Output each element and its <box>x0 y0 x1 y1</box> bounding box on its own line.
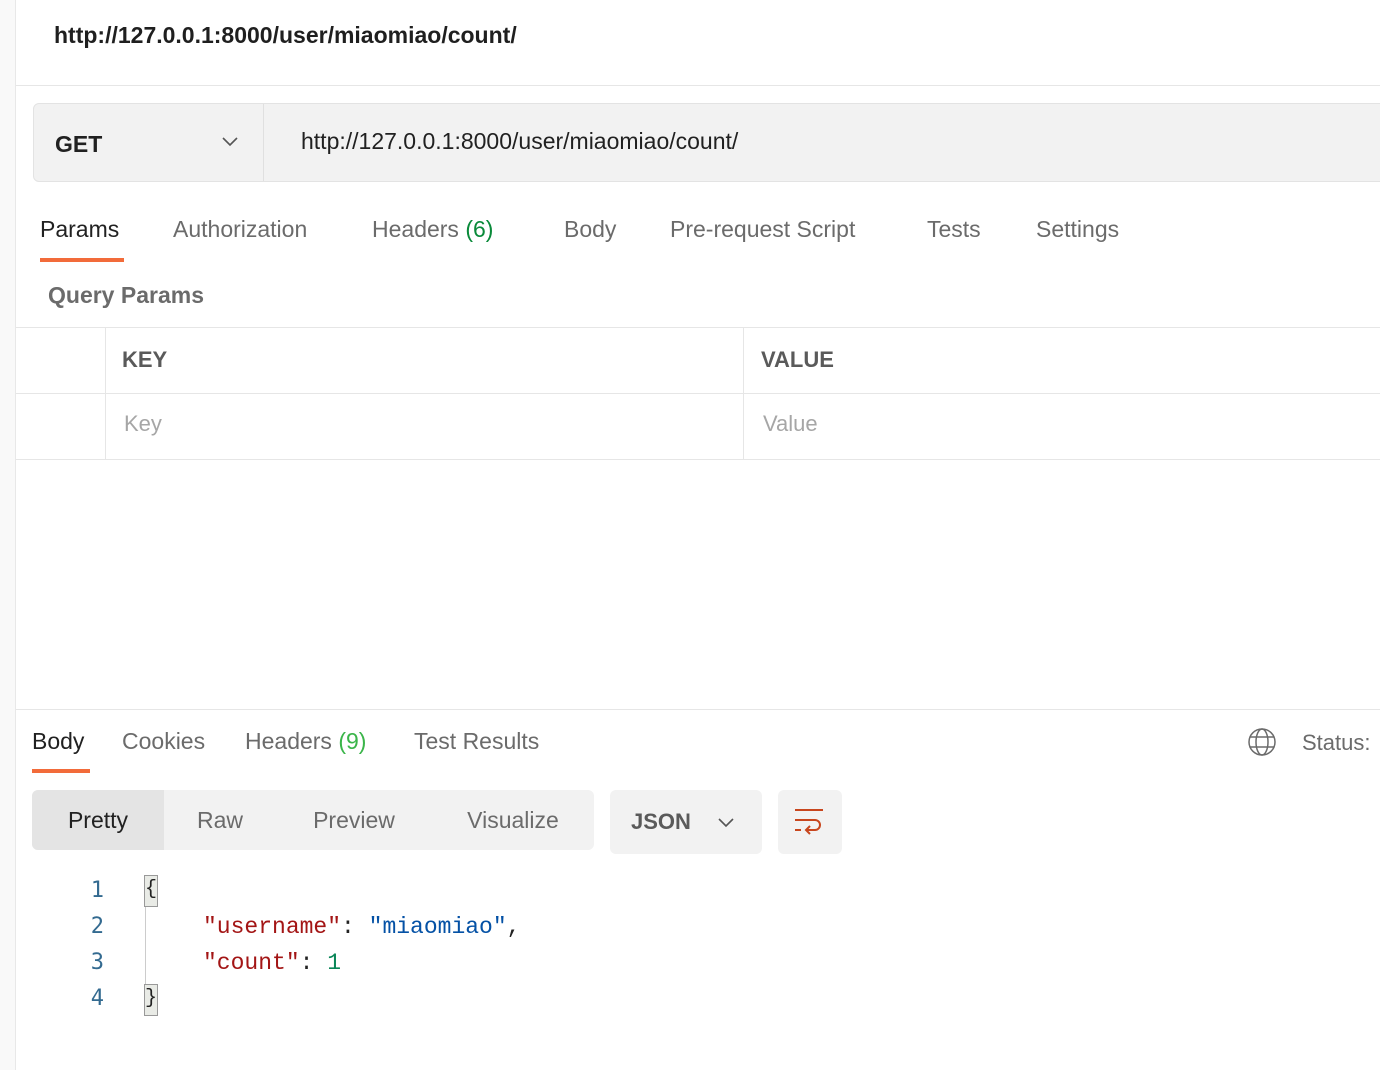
view-visualize[interactable]: Visualize <box>432 790 594 850</box>
view-pretty[interactable]: Pretty <box>32 790 164 850</box>
request-bar: GET http://127.0.0.1:8000/user/miaomiao/… <box>33 103 1380 182</box>
key-input[interactable]: Key <box>124 411 162 437</box>
close-brace: } <box>144 984 158 1016</box>
line-number: 4 <box>90 986 104 1011</box>
code-line-3: "count": 1 <box>203 950 342 976</box>
column-divider <box>105 327 106 459</box>
table-border <box>16 393 1380 394</box>
tab-settings[interactable]: Settings <box>1036 216 1119 243</box>
view-mode-segmented: Pretty Raw Preview Visualize <box>32 790 594 850</box>
tab-params[interactable]: Params <box>40 216 119 243</box>
left-sidebar-edge <box>0 0 16 1070</box>
view-preview[interactable]: Preview <box>276 790 432 850</box>
method-select[interactable]: GET <box>34 104 264 181</box>
tab-headers-label: Headers <box>372 216 459 242</box>
method-label: GET <box>55 131 103 157</box>
json-value: 1 <box>327 950 342 976</box>
divider <box>16 85 1380 86</box>
url-input[interactable]: http://127.0.0.1:8000/user/miaomiao/coun… <box>301 128 738 155</box>
response-tab-cookies[interactable]: Cookies <box>122 728 205 755</box>
table-border <box>16 327 1380 328</box>
indent-guide <box>145 907 146 985</box>
tab-authorization[interactable]: Authorization <box>173 216 307 243</box>
line-number: 3 <box>90 950 104 975</box>
column-divider <box>743 327 744 459</box>
query-params-title: Query Params <box>48 282 204 308</box>
response-divider[interactable] <box>16 709 1380 710</box>
response-tab-test-results[interactable]: Test Results <box>414 728 539 755</box>
json-value: "miaomiao" <box>368 914 507 940</box>
response-tab-headers[interactable]: Headers (9) <box>245 728 366 755</box>
chevron-down-icon <box>222 137 238 147</box>
status-label: Status: <box>1302 730 1371 755</box>
tab-headers[interactable]: Headers (6) <box>372 216 493 243</box>
line-number: 2 <box>90 914 104 939</box>
wrap-lines-icon <box>795 809 823 835</box>
chevron-down-icon <box>718 818 734 828</box>
response-tab-body[interactable]: Body <box>32 728 84 755</box>
globe-icon[interactable] <box>1247 727 1277 757</box>
key-header: KEY <box>122 347 168 372</box>
open-brace: { <box>144 875 158 907</box>
line-number: 1 <box>90 878 104 903</box>
value-header: VALUE <box>761 347 834 372</box>
table-border <box>16 459 1380 460</box>
json-key: "count" <box>203 950 300 976</box>
view-raw[interactable]: Raw <box>164 790 276 850</box>
tab-body[interactable]: Body <box>564 216 616 243</box>
headers-count: (6) <box>465 216 494 242</box>
tab-pre-request-script[interactable]: Pre-request Script <box>670 216 855 243</box>
format-label: JSON <box>631 809 691 834</box>
tab-tests[interactable]: Tests <box>927 216 981 243</box>
format-select[interactable]: JSON <box>610 790 762 854</box>
active-tab-underline <box>32 769 90 773</box>
response-tab-headers-label: Headers <box>245 728 332 754</box>
json-key: "username" <box>203 914 342 940</box>
request-title: http://127.0.0.1:8000/user/miaomiao/coun… <box>54 22 517 48</box>
active-tab-underline <box>40 258 124 262</box>
response-headers-count: (9) <box>338 728 367 754</box>
code-line-2: "username": "miaomiao", <box>203 914 521 940</box>
value-input[interactable]: Value <box>763 411 818 437</box>
wrap-lines-button[interactable] <box>778 790 842 854</box>
